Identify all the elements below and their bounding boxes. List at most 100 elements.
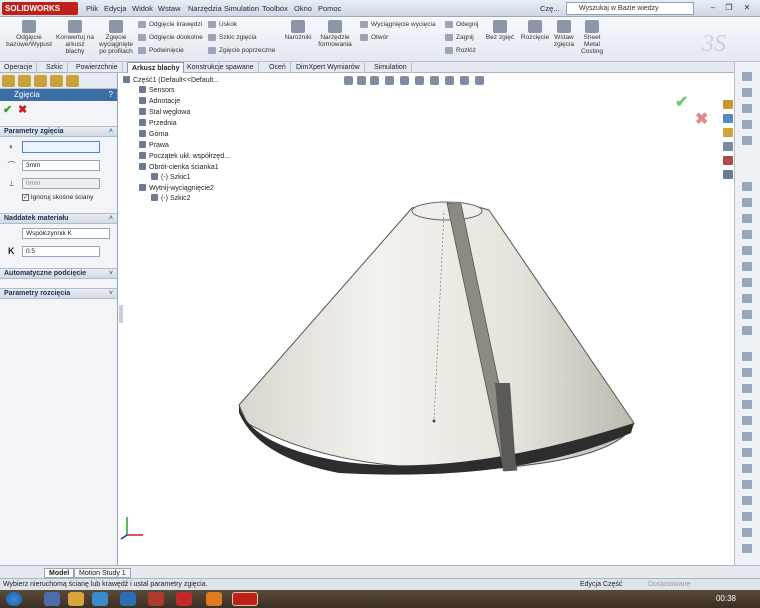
- equation-tool-icon[interactable]: [742, 496, 752, 505]
- view-settings-icon[interactable]: [475, 76, 484, 85]
- taskbar-app-icon[interactable]: [44, 592, 60, 606]
- section-bend-params[interactable]: Parametry zgięcia ˄: [0, 126, 117, 137]
- centerline-tool-icon[interactable]: [742, 384, 752, 393]
- close-icon[interactable]: ✕: [740, 3, 754, 13]
- hide-show-icon[interactable]: [430, 76, 439, 85]
- dimxpert-tab-icon[interactable]: [50, 75, 63, 87]
- tab-dimxpert[interactable]: DimXpert Wymiarów: [292, 62, 365, 73]
- tab-operacje[interactable]: Operacje: [0, 62, 38, 73]
- menu-narzedzia[interactable]: Narzędzia: [188, 4, 222, 13]
- menu-wstaw[interactable]: Wstaw: [158, 4, 181, 13]
- convert-to-sheet-metal-button[interactable]: Konwertuj na arkusz blachy: [56, 20, 94, 55]
- view-palette-icon[interactable]: [723, 142, 733, 151]
- pattern-tool-icon[interactable]: [742, 246, 752, 255]
- collapse-icon[interactable]: ˄: [109, 214, 113, 224]
- point-tool-icon[interactable]: [742, 368, 752, 377]
- construction-icon[interactable]: [742, 400, 752, 409]
- apply-scene-icon[interactable]: [460, 76, 469, 85]
- section-rip-params[interactable]: Parametry rozcięcia ˅: [0, 288, 117, 299]
- spline-tool-icon[interactable]: [742, 182, 752, 191]
- miter-flange-button[interactable]: Odgięcie dookolne: [138, 33, 203, 42]
- vertical-relation-icon[interactable]: [742, 464, 752, 473]
- section-auto-relief[interactable]: Automatyczne podcięcie ˅: [0, 268, 117, 279]
- corners-button[interactable]: Narożniki: [282, 20, 314, 41]
- smart-dimension-icon[interactable]: [742, 432, 752, 441]
- unfold-button[interactable]: Odegnij: [445, 20, 478, 29]
- tree-item-material[interactable]: Stal węglowa: [139, 108, 190, 117]
- sheet-metal-costing-button[interactable]: Sheet Metal Costing: [578, 20, 606, 55]
- text-tool-icon[interactable]: [742, 352, 752, 361]
- cross-break-button[interactable]: Zgięcie poprzeczne: [208, 46, 275, 55]
- design-library-icon[interactable]: [723, 114, 733, 123]
- restore-icon[interactable]: ❐: [722, 3, 736, 13]
- tree-item-front-plane[interactable]: Przednia: [139, 119, 177, 128]
- view-orientation-icon[interactable]: [400, 76, 409, 85]
- tree-item-annotations[interactable]: Adnotacje: [139, 97, 180, 106]
- tree-item-sensors[interactable]: Sensors: [139, 86, 175, 95]
- confirm-ok-icon[interactable]: ✔: [675, 92, 688, 112]
- fillet-tool-icon[interactable]: [742, 310, 752, 319]
- relation-tool-icon[interactable]: [742, 278, 752, 287]
- hem-button[interactable]: Podwinięcie: [138, 46, 184, 55]
- cancel-icon[interactable]: ✖: [18, 103, 27, 116]
- chamfer-tool-icon[interactable]: [742, 326, 752, 335]
- tree-item-right-plane[interactable]: Prawa: [139, 141, 169, 150]
- config-tab-icon[interactable]: [34, 75, 47, 87]
- line-tool-icon[interactable]: [742, 88, 752, 97]
- start-button-icon[interactable]: [6, 592, 22, 606]
- circle-tool-icon[interactable]: [742, 120, 752, 129]
- taskbar-skype-icon[interactable]: [120, 592, 136, 606]
- base-flange-button[interactable]: Odgięcie bazowe/Wypust: [4, 20, 54, 48]
- trim-tool-icon[interactable]: [742, 198, 752, 207]
- horizontal-relation-icon[interactable]: [742, 448, 752, 457]
- tree-item-cut-extrude[interactable]: Wytnij-wyciągnięcie2: [139, 184, 214, 193]
- menu-plik[interactable]: Plik: [86, 4, 98, 13]
- ok-icon[interactable]: ✔: [3, 103, 12, 116]
- menu-toolbox[interactable]: Toolbox: [262, 4, 288, 13]
- appearances-icon[interactable]: [723, 156, 733, 165]
- expand-icon[interactable]: ˅: [109, 289, 113, 299]
- block-tool-icon[interactable]: [742, 416, 752, 425]
- tree-item-sketch1[interactable]: (-) Szkic1: [151, 173, 191, 182]
- tree-item-sketch2[interactable]: (-) Szkic2: [151, 194, 191, 203]
- forming-tool-button[interactable]: Narzędzie formowania: [316, 20, 354, 48]
- insert-bends-button[interactable]: Wstaw zgięcia: [552, 20, 576, 48]
- home-icon[interactable]: [723, 100, 733, 109]
- lofted-bend-button[interactable]: Zgięcie wyciągnięte po profilach: [96, 20, 136, 55]
- mirror-tool-icon[interactable]: [742, 230, 752, 239]
- convert-entities-icon[interactable]: [742, 294, 752, 303]
- file-explorer-icon[interactable]: [723, 128, 733, 137]
- jog-button[interactable]: Uskok: [208, 20, 237, 29]
- tab-motion-study[interactable]: Motion Study 1: [74, 568, 131, 578]
- hole-button[interactable]: Otwór: [360, 33, 388, 42]
- edit-appearance-icon[interactable]: [445, 76, 454, 85]
- menu-okno[interactable]: Okno: [294, 4, 312, 13]
- help-icon[interactable]: ?: [109, 89, 113, 101]
- rectangle-tool-icon[interactable]: [742, 104, 752, 113]
- tab-model[interactable]: Model: [44, 568, 75, 578]
- tree-item-part[interactable]: Część1 (Default<<Default...: [123, 76, 219, 85]
- tab-simulation[interactable]: Simulation: [370, 62, 412, 73]
- minimize-icon[interactable]: –: [706, 3, 720, 13]
- tab-konstrukcje-spawane[interactable]: Konstrukcje spawane: [183, 62, 259, 73]
- tree-item-revolve-thin[interactable]: Obrót-cienka ścianka1: [139, 163, 219, 172]
- offset-tool-icon[interactable]: [742, 214, 752, 223]
- feature-tree-tab-icon[interactable]: [2, 75, 15, 87]
- taskbar-firefox-icon[interactable]: [206, 592, 222, 606]
- dimension-tool-icon[interactable]: [742, 262, 752, 271]
- rebuild-icon[interactable]: [742, 512, 752, 521]
- taskbar-app3-icon[interactable]: [176, 592, 192, 606]
- zoom-area-icon[interactable]: [357, 76, 366, 85]
- tab-powierzchnie[interactable]: Powierzchnie: [72, 62, 123, 73]
- menu-simulation[interactable]: Simulation: [224, 4, 259, 13]
- menu-edycja[interactable]: Edycja: [104, 4, 127, 13]
- options-icon[interactable]: [742, 528, 752, 537]
- tab-arkusz-blachy[interactable]: Arkusz blachy: [127, 62, 185, 73]
- extruded-cut-button[interactable]: Wyciągnięcie wycięcia: [360, 20, 436, 29]
- solidworks-logo[interactable]: SOLIDWORKS: [2, 2, 78, 15]
- sketch-tool-icon[interactable]: [742, 72, 752, 81]
- section-bend-allowance[interactable]: Naddatek materiału ˄: [0, 213, 117, 224]
- menu-pomoc[interactable]: Pomoc: [318, 4, 341, 13]
- tab-szkic[interactable]: Szkic: [42, 62, 68, 73]
- section-view-icon[interactable]: [385, 76, 394, 85]
